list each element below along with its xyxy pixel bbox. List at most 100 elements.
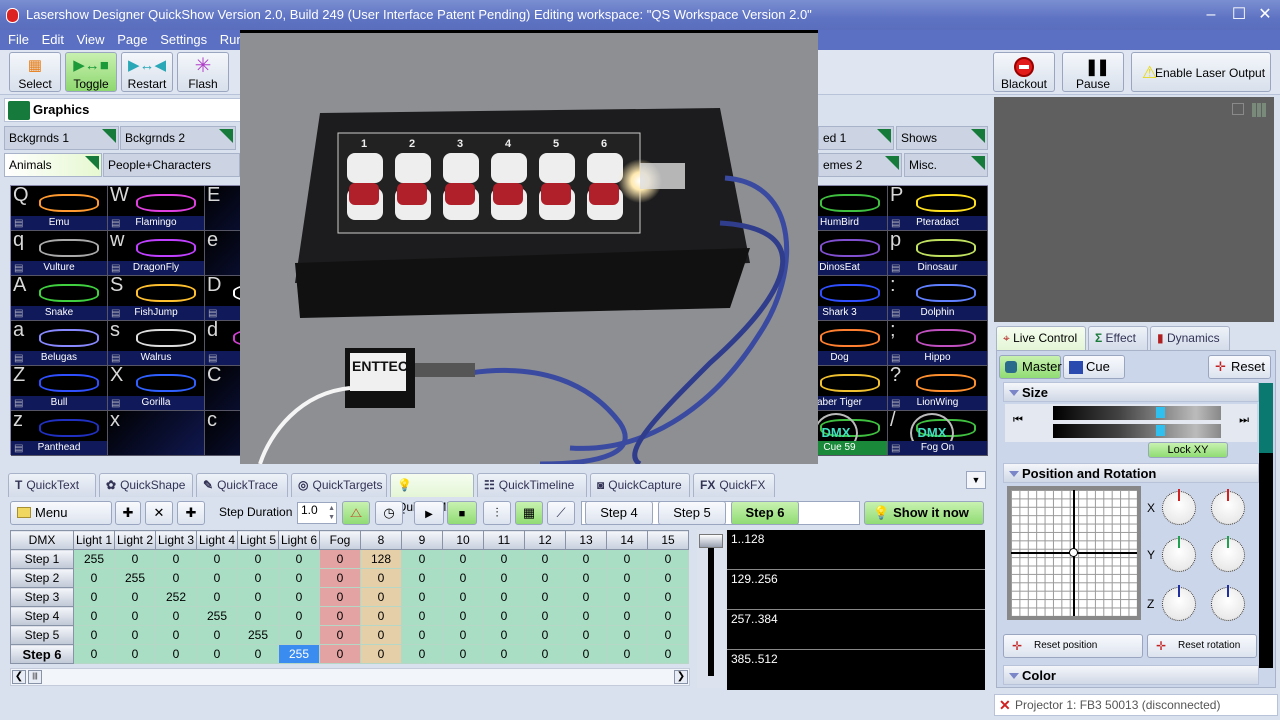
channel-range-row[interactable]: 1..128 [727, 530, 985, 570]
step-row-header[interactable]: Step 3 [10, 587, 74, 607]
dmx-cell[interactable]: 0 [524, 606, 566, 626]
cue-tile[interactable]: ; ▤ Hippo [888, 321, 988, 366]
dmx-cell[interactable]: 0 [155, 625, 197, 645]
dmx-cell[interactable]: 252 [155, 587, 197, 607]
dmx-cell[interactable]: 0 [524, 549, 566, 569]
skip-end-icon[interactable]: ⏭ [1239, 414, 1249, 427]
dmx-cell[interactable]: 0 [606, 549, 648, 569]
dmx-cell[interactable]: 0 [278, 625, 320, 645]
dmx-cell[interactable]: 255 [114, 568, 156, 588]
dmx-cell[interactable]: 0 [73, 587, 115, 607]
cue-tile[interactable]: Z ▤ Bull [11, 366, 108, 411]
restart-button[interactable]: ▶↔◀ Restart [121, 52, 173, 92]
cue-tile[interactable]: P ▤ Pteradact [888, 186, 988, 231]
dmx-cell[interactable]: 0 [73, 606, 115, 626]
dmx-cell[interactable]: 0 [360, 625, 402, 645]
channel-header[interactable]: 8 [360, 530, 402, 550]
dmx-cell[interactable]: 0 [606, 606, 648, 626]
page-tab-bckgrnds-2[interactable]: Bckgrnds 2 [120, 126, 236, 150]
dmx-cell[interactable]: 0 [319, 625, 361, 645]
size-x-slider[interactable] [1053, 406, 1221, 420]
spinner-arrows-icon[interactable]: ▲ ▼ [328, 504, 335, 522]
channel-header[interactable]: 12 [524, 530, 566, 550]
cue-tile[interactable]: a ▤ Belugas [11, 321, 108, 366]
cue-tile[interactable]: q ▤ Vulture [11, 231, 108, 276]
dmx-cell[interactable]: 0 [483, 549, 525, 569]
dmx-cell[interactable]: 0 [196, 625, 238, 645]
dmx-cell[interactable]: 0 [278, 549, 320, 569]
timer-button[interactable]: ◷ [375, 501, 403, 525]
dmx-cell[interactable]: 0 [606, 568, 648, 588]
tab-quickdmx[interactable]: 💡QuickDMX [390, 473, 474, 514]
dmx-cell[interactable]: 0 [606, 587, 648, 607]
reset-rotation-button[interactable]: ✛ Reset rotation [1147, 634, 1257, 658]
lock-xy-button[interactable]: Lock XY [1148, 442, 1228, 458]
dmx-cell[interactable]: 0 [483, 568, 525, 588]
dmx-cell[interactable]: 0 [155, 549, 197, 569]
dmx-cell[interactable]: 0 [442, 549, 484, 569]
size-y-slider[interactable] [1053, 424, 1221, 438]
dmx-cell[interactable]: 0 [360, 606, 402, 626]
flash-button[interactable]: ✳ Flash [177, 52, 229, 92]
dmx-cell[interactable]: 0 [483, 625, 525, 645]
dmx-cell[interactable]: 0 [114, 587, 156, 607]
dmx-cell[interactable]: 0 [360, 587, 402, 607]
skip-start-icon[interactable]: ⏮ [1013, 414, 1023, 427]
dmx-cell[interactable]: 0 [524, 568, 566, 588]
tabs-dropdown-button[interactable]: ▼ [966, 471, 986, 489]
page-tab-bckgrnds-1[interactable]: Bckgrnds 1 [4, 126, 119, 150]
channel-range-row[interactable]: 385..512 [727, 650, 985, 690]
panel-scrollbar[interactable] [1259, 383, 1273, 668]
channel-header[interactable]: Fog [319, 530, 361, 550]
dmx-cell[interactable]: 0 [442, 644, 484, 664]
step-row-header[interactable]: Step 6 [10, 644, 74, 664]
stop-button[interactable]: ■ [447, 501, 477, 525]
dmx-cell[interactable]: 0 [360, 644, 402, 664]
channel-range-row[interactable]: 129..256 [727, 570, 985, 610]
tab-effect[interactable]: Σ Effect [1088, 326, 1148, 350]
dmx-cell[interactable]: 0 [73, 568, 115, 588]
page-tab-animals[interactable]: Animals [4, 153, 102, 177]
add-step-button[interactable]: ✚ [115, 501, 141, 525]
channel-header[interactable]: Light 3 [155, 530, 197, 550]
dmx-cell[interactable]: 0 [114, 606, 156, 626]
dmx-cell[interactable]: 0 [442, 587, 484, 607]
grid-view-button[interactable]: ▦ [515, 501, 543, 525]
show-it-now-button[interactable]: 💡 Show it now [864, 501, 984, 525]
dmx-cell[interactable]: 255 [73, 549, 115, 569]
tab-quickfx[interactable]: FX QuickFX [693, 473, 775, 497]
channel-header[interactable]: 10 [442, 530, 484, 550]
step-5-button[interactable]: Step 5 [658, 501, 726, 525]
cue-tile[interactable]: DMX / ▤ Fog On [888, 411, 988, 456]
step-6-button[interactable]: Step 6 [731, 501, 799, 525]
channel-header[interactable]: Light 4 [196, 530, 238, 550]
tab-quicktext[interactable]: T QuickText [8, 473, 96, 497]
preview-grid-icon[interactable] [1252, 103, 1266, 117]
position-y-knob[interactable] [1162, 536, 1196, 572]
dmx-cell[interactable]: 0 [237, 568, 279, 588]
dmx-cell[interactable]: 128 [360, 549, 402, 569]
dmx-cell[interactable]: 0 [319, 644, 361, 664]
dmx-cell[interactable]: 0 [647, 625, 689, 645]
dmx-cell[interactable]: 0 [114, 625, 156, 645]
delete-step-button[interactable]: ✕ [145, 501, 173, 525]
dmx-cell[interactable]: 0 [319, 549, 361, 569]
channel-header[interactable]: 13 [565, 530, 607, 550]
dmx-cell[interactable]: 0 [647, 568, 689, 588]
rotation-z-knob[interactable] [1211, 585, 1245, 621]
dmx-cell[interactable]: 0 [647, 644, 689, 664]
cue-tile[interactable]: A ▤ Snake [11, 276, 108, 321]
master-button[interactable]: Master [999, 355, 1062, 379]
size-y-handle[interactable] [1156, 425, 1165, 436]
dmx-cell[interactable]: 0 [155, 606, 197, 626]
dmx-cell[interactable]: 0 [237, 606, 279, 626]
cue-tile[interactable]: : ▤ Dolphin [888, 276, 988, 321]
dmx-cell[interactable]: 255 [278, 644, 320, 664]
size-section-header[interactable]: Size [1003, 382, 1259, 402]
tab-quickshape[interactable]: ✿ QuickShape [99, 473, 193, 497]
dmx-cell[interactable]: 0 [524, 644, 566, 664]
dmx-cell[interactable]: 0 [647, 606, 689, 626]
metronome-button[interactable]: ⧍ [342, 501, 370, 525]
cue-tile[interactable]: S ▤ FishJump [108, 276, 205, 321]
channel-header[interactable]: 15 [647, 530, 689, 550]
